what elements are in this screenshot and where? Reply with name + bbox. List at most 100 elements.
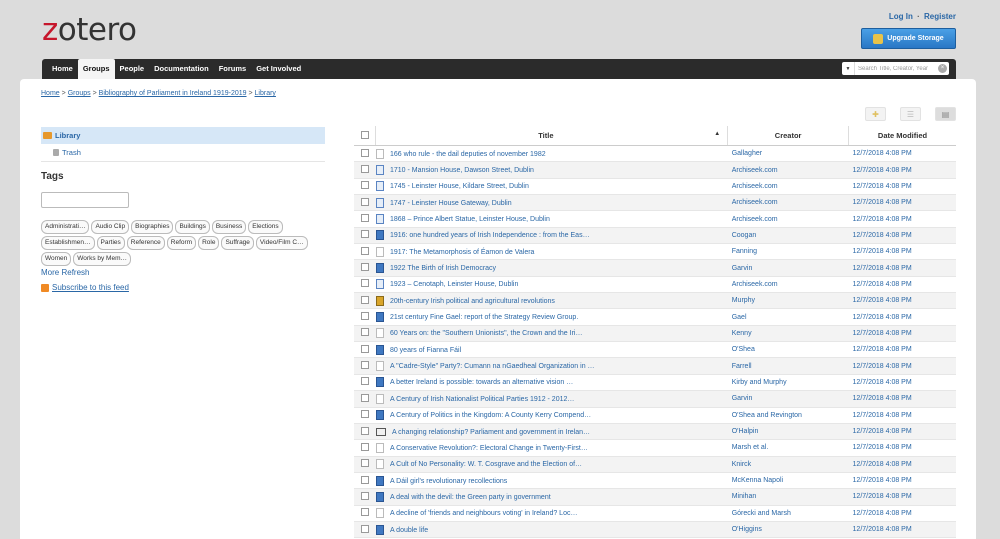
nav-forums[interactable]: Forums bbox=[214, 59, 252, 79]
row-checkbox[interactable] bbox=[360, 148, 369, 157]
search-mode-dropdown-icon[interactable]: ▼ bbox=[842, 62, 855, 75]
creator-cell[interactable]: Marsh et al. bbox=[727, 439, 849, 457]
row-checkbox[interactable] bbox=[360, 524, 369, 533]
date-cell[interactable]: 12/7/2018 4:08 PM bbox=[848, 341, 956, 359]
row-checkbox[interactable] bbox=[360, 344, 369, 353]
table-row[interactable]: 1923 – Cenotaph, Leinster House, Dublin A… bbox=[354, 276, 956, 294]
table-row[interactable]: 1745 - Leinster House, Kildare Street, D… bbox=[354, 178, 956, 196]
nav-people[interactable]: People bbox=[115, 59, 150, 79]
tag[interactable]: Biographies bbox=[131, 220, 174, 234]
table-row[interactable]: A better Ireland is possible: towards an… bbox=[354, 374, 956, 392]
title-cell[interactable]: A double life bbox=[375, 521, 728, 539]
title-cell[interactable]: A Century of Politics in the Kingdom: A … bbox=[375, 407, 728, 424]
tag-filter-input[interactable] bbox=[41, 192, 129, 208]
row-checkbox[interactable] bbox=[360, 263, 369, 272]
title-cell[interactable]: 1917: The Metamorphosis of Éamon de Vale… bbox=[375, 243, 728, 261]
breadcrumb-group[interactable]: Bibliography of Parliament in Ireland 19… bbox=[99, 90, 247, 97]
row-checkbox[interactable] bbox=[360, 508, 369, 517]
title-cell[interactable]: A Dáil girl's revolutionary recollection… bbox=[375, 472, 728, 490]
date-cell[interactable]: 12/7/2018 4:08 PM bbox=[848, 521, 956, 539]
date-cell[interactable]: 12/7/2018 4:08 PM bbox=[848, 227, 956, 245]
title-cell[interactable]: 166 who rule - the dail deputies of nove… bbox=[375, 145, 728, 163]
row-checkbox[interactable] bbox=[360, 328, 369, 337]
date-cell[interactable]: 12/7/2018 4:08 PM bbox=[848, 161, 956, 179]
creator-cell[interactable]: O'Shea and Revington bbox=[727, 407, 849, 424]
date-cell[interactable]: 12/7/2018 4:08 PM bbox=[848, 390, 956, 408]
date-cell[interactable]: 12/7/2018 4:08 PM bbox=[848, 210, 956, 228]
creator-cell[interactable]: O'Higgins bbox=[727, 521, 849, 539]
tag[interactable]: Works by Mem… bbox=[73, 252, 131, 266]
creator-cell[interactable]: Archiseek.com bbox=[727, 194, 849, 212]
row-checkbox[interactable] bbox=[360, 246, 369, 255]
row-checkbox[interactable] bbox=[360, 475, 369, 484]
new-item-button[interactable]: ✚ bbox=[865, 107, 886, 121]
creator-cell[interactable]: Gael bbox=[727, 308, 849, 326]
breadcrumb-library[interactable]: Library bbox=[255, 90, 276, 97]
register-link[interactable]: Register bbox=[924, 12, 956, 21]
row-checkbox[interactable] bbox=[360, 312, 369, 321]
title-cell[interactable]: A Cult of No Personality: W. T. Cosgrave… bbox=[375, 456, 728, 473]
list-view-button[interactable]: ☰ bbox=[900, 107, 921, 121]
row-checkbox[interactable] bbox=[360, 410, 369, 419]
table-row[interactable]: 21st century Fine Gael: report of the St… bbox=[354, 308, 956, 326]
table-row[interactable]: A changing relationship? Parliament and … bbox=[354, 423, 956, 441]
title-cell[interactable]: A deal with the devil: the Green party i… bbox=[375, 488, 728, 506]
more-tags-link[interactable]: More bbox=[41, 268, 59, 277]
row-checkbox[interactable] bbox=[360, 165, 369, 174]
creator-cell[interactable]: Archiseek.com bbox=[727, 276, 849, 294]
table-row[interactable]: A Cult of No Personality: W. T. Cosgrave… bbox=[354, 456, 956, 473]
title-cell[interactable]: 1710 - Mansion House, Dawson Street, Dub… bbox=[375, 161, 728, 179]
refresh-tags-link[interactable]: Refresh bbox=[61, 268, 89, 277]
table-row[interactable]: A Dáil girl's revolutionary recollection… bbox=[354, 472, 956, 490]
date-cell[interactable]: 12/7/2018 4:08 PM bbox=[848, 439, 956, 457]
creator-cell[interactable]: Kirby and Murphy bbox=[727, 374, 849, 392]
date-cell[interactable]: 12/7/2018 4:08 PM bbox=[848, 259, 956, 277]
table-row[interactable]: 1922 The Birth of Irish Democracy Garvin 1… bbox=[354, 259, 956, 277]
title-column-header[interactable]: Title ▲ bbox=[375, 126, 728, 146]
title-cell[interactable]: A Century of Irish Nationalist Political… bbox=[375, 390, 728, 408]
row-checkbox[interactable] bbox=[360, 459, 369, 468]
row-checkbox[interactable] bbox=[360, 230, 369, 239]
nav-home[interactable]: Home bbox=[47, 59, 78, 79]
table-row[interactable]: A "Cadre-Style" Party?: Cumann na nGaedh… bbox=[354, 357, 956, 375]
upgrade-storage-button[interactable]: Upgrade Storage bbox=[861, 28, 956, 49]
date-cell[interactable]: 12/7/2018 4:08 PM bbox=[848, 243, 956, 261]
clear-search-icon[interactable]: × bbox=[938, 64, 947, 73]
sidebar-item-trash[interactable]: Trash bbox=[53, 148, 81, 157]
tag[interactable]: Women bbox=[41, 252, 72, 266]
date-cell[interactable]: 12/7/2018 4:08 PM bbox=[848, 505, 956, 522]
tag[interactable]: Administrati… bbox=[41, 220, 90, 234]
creator-cell[interactable]: Gallagher bbox=[727, 145, 849, 163]
table-row[interactable]: 1917: The Metamorphosis of Éamon de Vale… bbox=[354, 243, 956, 261]
tag[interactable]: Parties bbox=[96, 236, 125, 250]
date-cell[interactable]: 12/7/2018 4:08 PM bbox=[848, 178, 956, 196]
sidebar-item-library[interactable]: Library bbox=[41, 127, 325, 144]
date-cell[interactable]: 12/7/2018 4:08 PM bbox=[848, 145, 956, 163]
table-row[interactable]: 1916: one hundred years of Irish Indepen… bbox=[354, 227, 956, 245]
date-column-header[interactable]: Date Modified bbox=[848, 126, 956, 146]
table-row[interactable]: A deal with the devil: the Green party i… bbox=[354, 488, 956, 506]
title-cell[interactable]: A changing relationship? Parliament and … bbox=[375, 423, 728, 441]
creator-cell[interactable]: Farrell bbox=[727, 357, 849, 375]
table-row[interactable]: A Century of Irish Nationalist Political… bbox=[354, 390, 956, 408]
title-cell[interactable]: 21st century Fine Gael: report of the St… bbox=[375, 308, 728, 326]
row-checkbox[interactable] bbox=[360, 197, 369, 206]
row-checkbox[interactable] bbox=[360, 491, 369, 500]
title-cell[interactable]: 60 Years on: the "Southern Unionists", t… bbox=[375, 325, 728, 343]
title-cell[interactable]: 1868 – Prince Albert Statue, Leinster Ho… bbox=[375, 210, 728, 228]
tag[interactable]: Establishmen… bbox=[41, 236, 95, 250]
date-cell[interactable]: 12/7/2018 4:08 PM bbox=[848, 308, 956, 326]
creator-cell[interactable]: Coogan bbox=[727, 227, 849, 245]
creator-cell[interactable]: O'Shea bbox=[727, 341, 849, 359]
table-row[interactable]: 60 Years on: the "Southern Unionists", t… bbox=[354, 325, 956, 343]
login-link[interactable]: Log In bbox=[889, 12, 913, 21]
date-cell[interactable]: 12/7/2018 4:08 PM bbox=[848, 325, 956, 343]
title-cell[interactable]: 1747 - Leinster House Gateway, Dublin bbox=[375, 194, 728, 212]
table-row[interactable]: 80 years of Fianna Fáil O'Shea 12/7/2018 4… bbox=[354, 341, 956, 359]
creator-cell[interactable]: McKenna Napoli bbox=[727, 472, 849, 490]
date-cell[interactable]: 12/7/2018 4:08 PM bbox=[848, 423, 956, 441]
search-box[interactable]: ▼ Search Title, Creator, Year × bbox=[842, 62, 949, 75]
row-checkbox[interactable] bbox=[360, 181, 369, 190]
date-cell[interactable]: 12/7/2018 4:08 PM bbox=[848, 472, 956, 490]
row-checkbox[interactable] bbox=[360, 279, 369, 288]
